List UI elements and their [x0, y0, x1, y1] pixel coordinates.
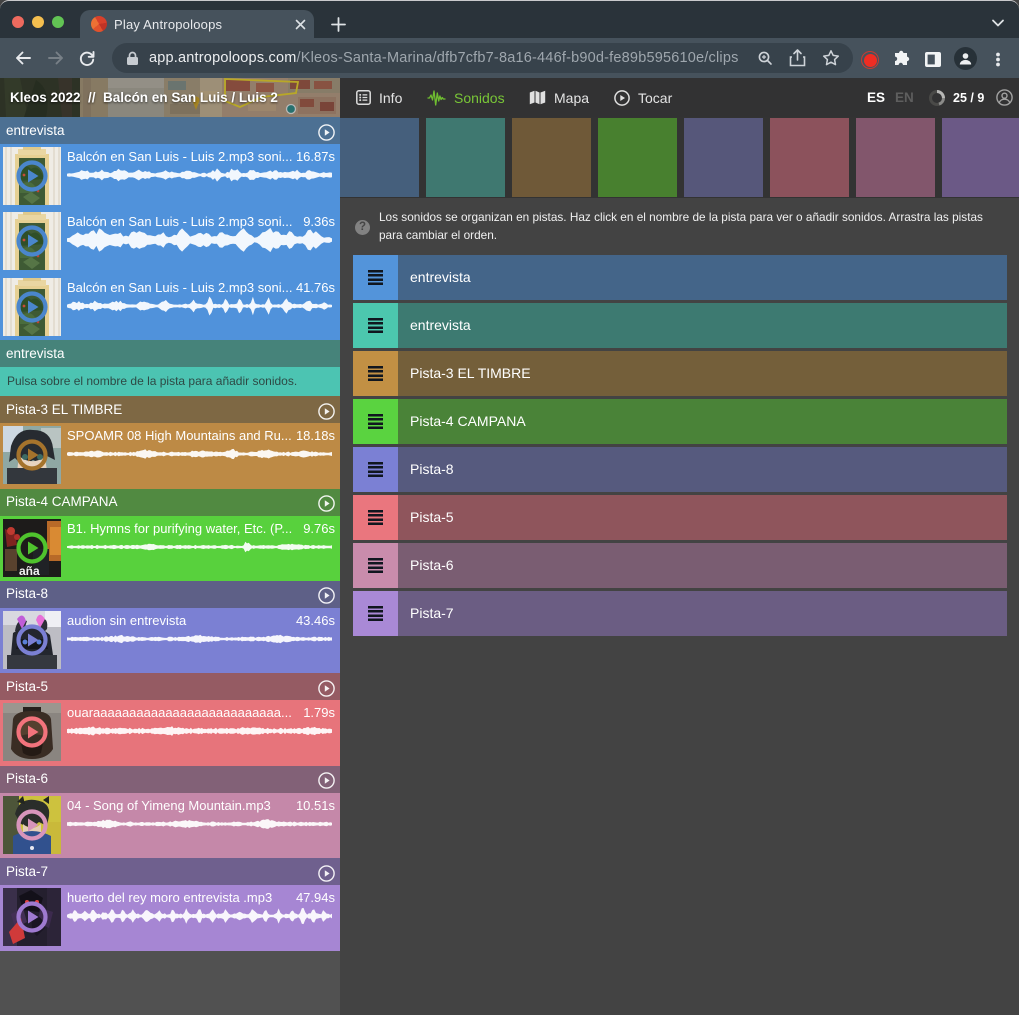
svg-text:aña: aña	[19, 564, 40, 577]
